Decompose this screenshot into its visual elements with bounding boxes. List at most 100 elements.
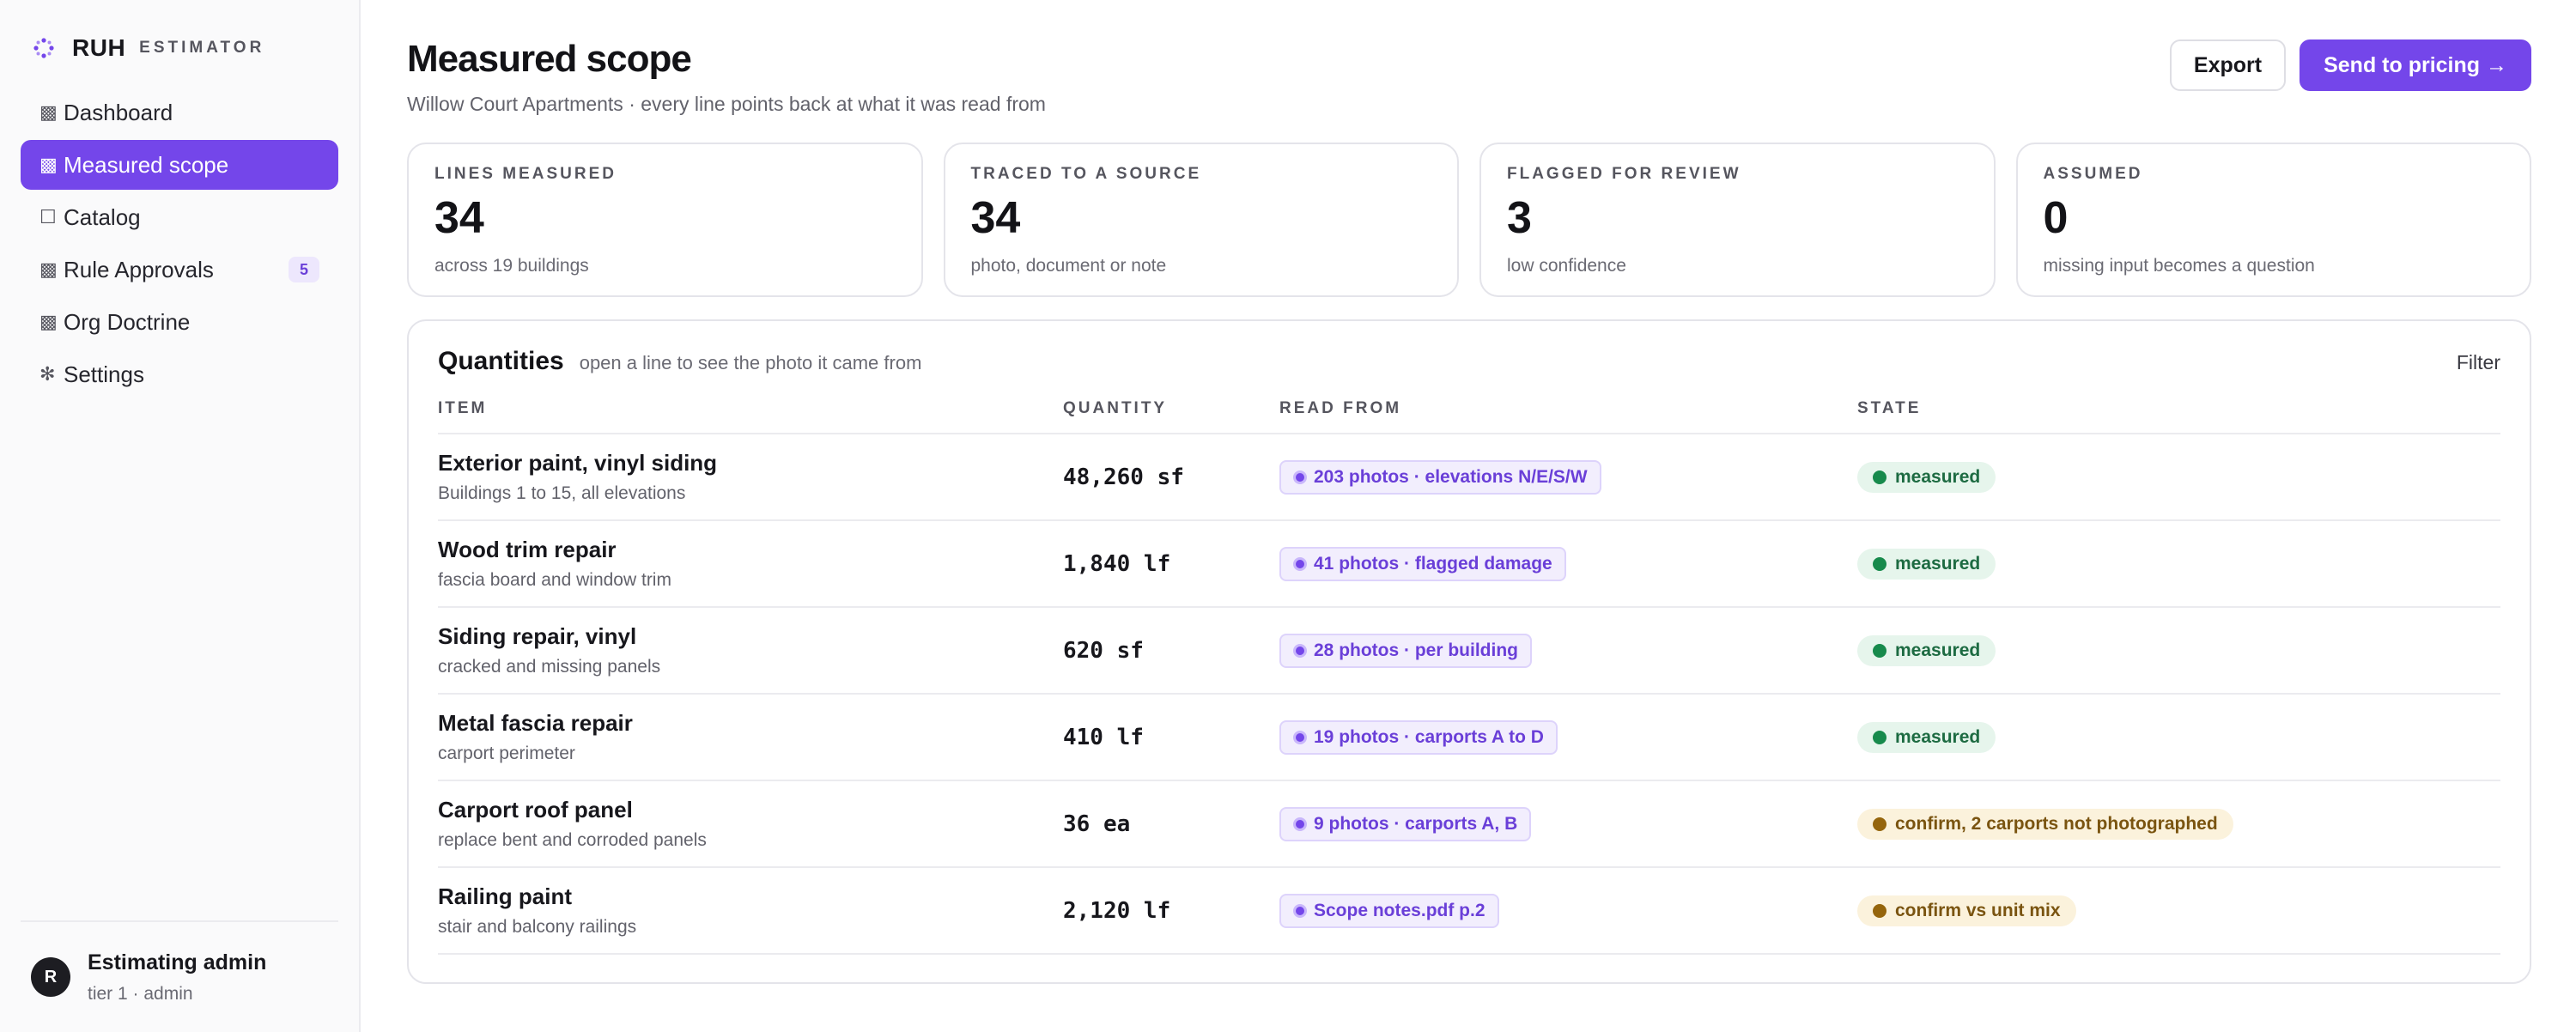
column-header-item[interactable]: ITEM <box>438 399 1063 418</box>
sidebar-nav: ▩ Dashboard ▩ Measured scope ☐ Catalog ▩… <box>21 88 338 399</box>
sidebar-item-label: Rule Approvals <box>64 256 214 282</box>
sidebar-item-rule-approvals[interactable]: ▩ Rule Approvals 5 <box>21 245 338 294</box>
gear-icon: ✻ <box>39 363 56 385</box>
column-header-quantity[interactable]: QUANTITY <box>1063 399 1279 418</box>
quantity-value: 48,260 sf <box>1063 464 1184 490</box>
user-name: Estimating admin <box>88 950 267 974</box>
source-label: 28 photos · per building <box>1314 640 1518 660</box>
quantity-value: 1,840 lf <box>1063 550 1171 577</box>
status-label: measured <box>1895 553 1981 574</box>
source-dot-icon <box>1293 730 1307 744</box>
user-profile[interactable]: R Estimating admin tier 1 · admin <box>21 920 338 1032</box>
sidebar-item-catalog[interactable]: ☐ Catalog <box>21 192 338 242</box>
item-description: fascia board and window trim <box>438 570 671 590</box>
item-name: Siding repair, vinyl <box>438 623 637 649</box>
stat-value: 34 <box>970 193 1021 243</box>
status-badge: confirm vs unit mix <box>1857 895 2076 926</box>
source-dot-icon <box>1293 816 1307 831</box>
column-header-read-from[interactable]: READ FROM <box>1279 399 1857 418</box>
source-chip[interactable]: 203 photos · elevations N/E/S/W <box>1279 459 1601 495</box>
status-label: confirm vs unit mix <box>1895 900 2061 920</box>
item-description: stair and balcony railings <box>438 917 637 937</box>
item-cell: Metal fascia repair carport perimeter <box>438 710 1063 764</box>
item-name: Wood trim repair <box>438 537 617 562</box>
item-description: Buildings 1 to 15, all elevations <box>438 483 686 503</box>
stat-note: photo, document or note <box>970 256 1167 276</box>
sidebar-item-settings[interactable]: ✻ Settings <box>21 349 338 399</box>
status-label: measured <box>1895 726 1981 747</box>
stat-value: 3 <box>1507 193 1532 243</box>
column-header-state[interactable]: STATE <box>1857 399 2500 418</box>
source-chip[interactable]: Scope notes.pdf p.2 <box>1279 893 1499 928</box>
read-from-cell: 28 photos · per building <box>1279 633 1857 668</box>
brand-name: RUH <box>72 34 126 61</box>
stat-note: across 19 buildings <box>434 256 589 276</box>
sidebar-item-label: Org Doctrine <box>64 308 191 335</box>
table-row[interactable]: Carport roof panel replace bent and corr… <box>438 781 2500 868</box>
sidebar-item-measured-scope[interactable]: ▩ Measured scope <box>21 140 338 190</box>
sidebar-item-dashboard[interactable]: ▩ Dashboard <box>21 88 338 137</box>
square-filled-icon: ▩ <box>39 101 58 123</box>
table-row[interactable]: Railing paint stair and balcony railings… <box>438 868 2500 955</box>
status-dot-icon <box>1873 643 1886 658</box>
stat-card-assumed: ASSUMED 0 missing input becomes a questi… <box>2015 143 2531 297</box>
state-cell: measured <box>1857 634 2500 666</box>
sidebar-item-label: Dashboard <box>64 99 173 125</box>
state-cell: measured <box>1857 548 2500 580</box>
status-badge: measured <box>1857 634 1996 666</box>
source-label: Scope notes.pdf p.2 <box>1314 900 1485 920</box>
state-cell: measured <box>1857 721 2500 753</box>
main-content: Measured scope Willow Court Apartments ·… <box>361 0 2576 1032</box>
square-filled-icon: ▩ <box>39 154 58 175</box>
item-cell: Wood trim repair fascia board and window… <box>438 537 1063 591</box>
table-row[interactable]: Exterior paint, vinyl siding Buildings 1… <box>438 434 2500 521</box>
filter-button[interactable]: Filter <box>2457 351 2500 374</box>
source-chip[interactable]: 19 photos · carports A to D <box>1279 719 1558 755</box>
brand[interactable]: RUH ESTIMATOR <box>21 31 338 65</box>
source-chip[interactable]: 28 photos · per building <box>1279 633 1532 668</box>
stat-label: FLAGGED FOR REVIEW <box>1507 165 1741 183</box>
square-outline-icon: ☐ <box>39 206 57 228</box>
table-row[interactable]: Metal fascia repair carport perimeter 41… <box>438 695 2500 781</box>
status-dot-icon <box>1873 470 1886 484</box>
stat-value: 34 <box>434 193 484 243</box>
send-to-pricing-button[interactable]: Send to pricing → <box>2300 39 2531 91</box>
stat-note: low confidence <box>1507 256 1626 276</box>
square-filled-icon: ▩ <box>39 258 58 280</box>
read-from-cell: 41 photos · flagged damage <box>1279 546 1857 581</box>
status-dot-icon <box>1873 556 1886 571</box>
table-row[interactable]: Wood trim repair fascia board and window… <box>438 521 2500 608</box>
status-dot-icon <box>1873 730 1886 744</box>
table-row[interactable]: Siding repair, vinyl cracked and missing… <box>438 608 2500 695</box>
sidebar-item-org-doctrine[interactable]: ▩ Org Doctrine <box>21 297 338 347</box>
source-chip[interactable]: 9 photos · carports A, B <box>1279 806 1532 841</box>
item-name: Metal fascia repair <box>438 710 633 736</box>
status-label: measured <box>1895 640 1981 660</box>
quantities-title: Quantities <box>438 347 564 375</box>
item-cell: Railing paint stair and balcony railings <box>438 883 1063 938</box>
status-badge: measured <box>1857 461 1996 493</box>
source-label: 9 photos · carports A, B <box>1314 813 1518 834</box>
source-label: 19 photos · carports A to D <box>1314 726 1544 747</box>
quantity-value: 2,120 lf <box>1063 897 1171 924</box>
stat-label: TRACED TO A SOURCE <box>970 165 1202 183</box>
state-cell: measured <box>1857 461 2500 493</box>
user-info: Estimating admin tier 1 · admin <box>88 950 266 1005</box>
page-header: Measured scope Willow Court Apartments ·… <box>407 38 2531 143</box>
item-name: Exterior paint, vinyl siding <box>438 450 718 476</box>
page-title: Measured scope <box>407 38 692 80</box>
item-description: replace bent and corroded panels <box>438 830 707 850</box>
quantity-value: 410 lf <box>1063 724 1144 750</box>
state-cell: confirm, 2 carports not photographed <box>1857 808 2500 840</box>
source-label: 41 photos · flagged damage <box>1314 553 1552 574</box>
sidebar: RUH ESTIMATOR ▩ Dashboard ▩ Measured sco… <box>0 0 361 1032</box>
export-button[interactable]: Export <box>2169 39 2287 91</box>
source-chip[interactable]: 41 photos · flagged damage <box>1279 546 1566 581</box>
stat-label: LINES MEASURED <box>434 165 617 183</box>
square-filled-icon: ▩ <box>39 311 58 332</box>
read-from-cell: 9 photos · carports A, B <box>1279 806 1857 841</box>
source-label: 203 photos · elevations N/E/S/W <box>1314 466 1588 487</box>
item-description: carport perimeter <box>438 744 575 763</box>
sidebar-item-label: Measured scope <box>64 151 229 178</box>
quantities-header: Quantities open a line to see the photo … <box>438 347 2500 385</box>
